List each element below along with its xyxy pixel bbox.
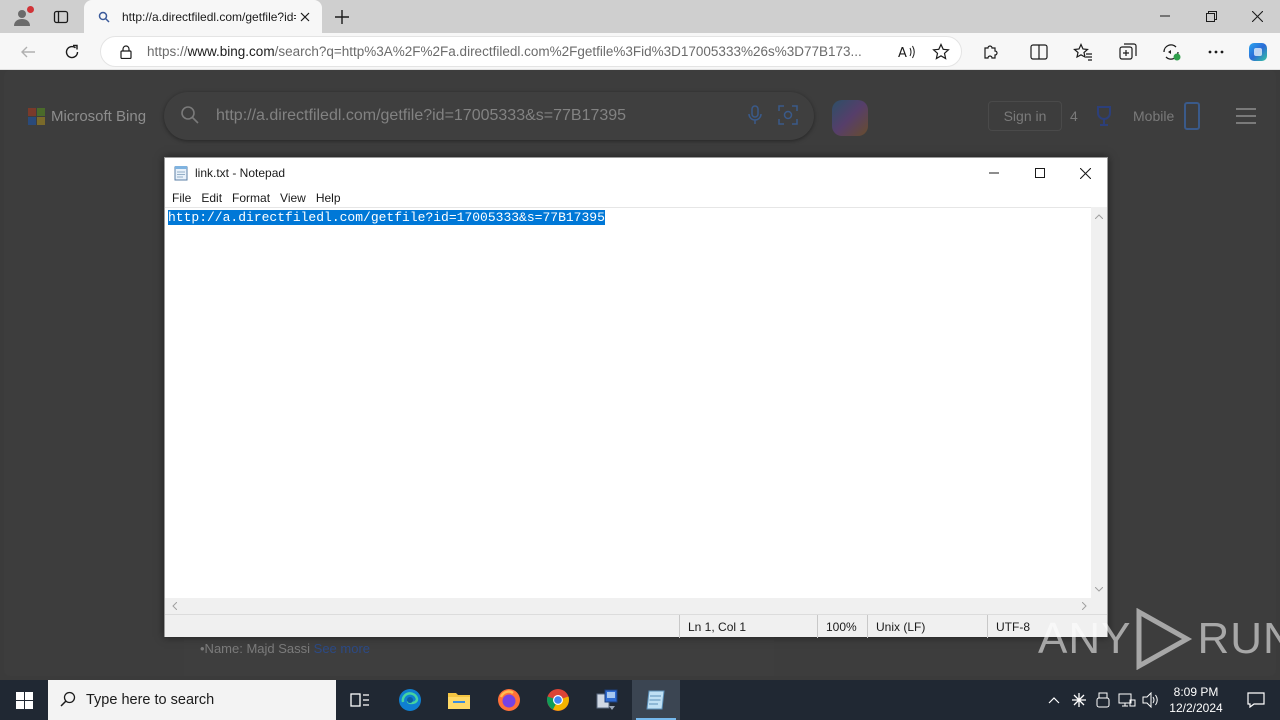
browser-tab-active[interactable]: http://a.directfiledl.com/getfile?id= <box>84 0 322 33</box>
split-screen-icon[interactable] <box>1025 38 1053 66</box>
anyrun-watermark: ANY RUN <box>1038 608 1280 670</box>
bing-logo[interactable]: Microsoft Bing <box>28 108 146 125</box>
clock-time: 8:09 PM <box>1173 685 1219 699</box>
notepad-maximize-icon[interactable] <box>1017 158 1063 188</box>
volume-icon[interactable] <box>1140 680 1162 720</box>
browser-toolbar: https://www.bing.com/search?q=http%3A%2F… <box>0 33 1280 70</box>
notepad-close-icon[interactable] <box>1062 158 1108 188</box>
menu-view[interactable]: View <box>275 191 311 205</box>
notepad-icon <box>173 165 189 181</box>
action-center-icon[interactable] <box>1232 680 1280 720</box>
vertical-scrollbar[interactable] <box>1091 207 1107 598</box>
notepad-menu-bar: File Edit Format View Help <box>165 188 1107 207</box>
restore-icon[interactable] <box>1188 0 1234 32</box>
visual-search-icon[interactable] <box>778 104 798 128</box>
scroll-up-icon[interactable] <box>1091 209 1107 223</box>
notepad-taskbar-icon[interactable] <box>632 680 680 720</box>
tab-actions-icon[interactable] <box>48 5 74 29</box>
chrome-icon[interactable] <box>534 680 582 720</box>
bing-query-text: http://a.directfiledl.com/getfile?id=170… <box>216 107 627 124</box>
see-more-link[interactable]: See more <box>314 641 370 656</box>
search-icon <box>60 691 76 710</box>
notepad-status-bar: Ln 1, Col 1 100% Unix (LF) UTF-8 <box>165 614 1107 638</box>
removable-device-icon[interactable] <box>1092 680 1114 720</box>
close-tab-icon[interactable] <box>296 8 314 26</box>
scroll-left-icon[interactable] <box>167 598 181 614</box>
rewards-count[interactable]: 4 <box>1070 108 1078 124</box>
menu-edit[interactable]: Edit <box>196 191 227 205</box>
notepad-minimize-icon[interactable] <box>971 158 1017 188</box>
rewards-trophy-icon[interactable] <box>1092 104 1116 128</box>
firefox-icon[interactable] <box>485 680 533 720</box>
menu-help[interactable]: Help <box>311 191 346 205</box>
notepad-text-area[interactable]: http://a.directfiledl.com/getfile?id=170… <box>165 207 1093 598</box>
task-view-icon[interactable] <box>336 680 384 720</box>
tab-title: http://a.directfiledl.com/getfile?id= <box>122 9 296 24</box>
bing-search-box[interactable]: http://a.directfiledl.com/getfile?id=170… <box>164 92 814 140</box>
url-text: https://www.bing.com/search?q=http%3A%2F… <box>147 44 862 59</box>
network-tool-icon[interactable] <box>583 680 631 720</box>
selected-text[interactable]: http://a.directfiledl.com/getfile?id=170… <box>168 210 605 225</box>
more-options-icon[interactable] <box>1202 38 1230 66</box>
windows-start-icon[interactable] <box>0 680 48 720</box>
watermark-any: ANY <box>1038 614 1132 663</box>
back-icon[interactable] <box>14 38 42 66</box>
network-icon[interactable] <box>1116 680 1138 720</box>
watermark-run: RUN <box>1197 614 1280 663</box>
minimize-icon[interactable] <box>1142 0 1188 32</box>
status-position: Ln 1, Col 1 <box>679 615 817 638</box>
status-line-ending: Unix (LF) <box>867 615 987 638</box>
refresh-icon[interactable] <box>58 38 86 66</box>
copilot-icon[interactable] <box>1244 38 1272 66</box>
notification-dot <box>27 6 34 13</box>
bing-copilot-icon[interactable] <box>832 100 868 136</box>
file-explorer-icon[interactable] <box>435 680 483 720</box>
close-window-icon[interactable] <box>1234 0 1280 32</box>
svg-text:A: A <box>898 46 907 60</box>
microsoft-logo-icon <box>28 108 45 125</box>
horizontal-scrollbar[interactable] <box>165 598 1093 614</box>
microphone-icon[interactable] <box>748 104 762 128</box>
search-result-snippet: •Name: Majd Sassi See more <box>200 641 371 656</box>
menu-file[interactable]: File <box>167 191 196 205</box>
hamburger-menu-icon[interactable] <box>1236 108 1256 124</box>
lock-icon[interactable] <box>117 43 135 61</box>
search-icon <box>96 9 112 25</box>
browser-essentials-icon[interactable] <box>1158 38 1186 66</box>
notepad-title: link.txt - Notepad <box>195 166 286 180</box>
sign-in-button[interactable]: Sign in <box>988 101 1062 131</box>
profile-icon[interactable] <box>8 5 36 29</box>
browser-tab-strip: http://a.directfiledl.com/getfile?id= <box>0 0 1280 33</box>
new-tab-icon[interactable] <box>330 5 354 29</box>
read-aloud-icon[interactable]: A <box>893 38 921 66</box>
scroll-down-icon[interactable] <box>1091 582 1107 596</box>
favorites-icon[interactable] <box>1069 38 1097 66</box>
taskbar-search-box[interactable]: Type here to search <box>48 680 336 720</box>
windows-taskbar: Type here to search 8:09 PM 12/2/2024 <box>0 680 1280 720</box>
address-bar[interactable]: https://www.bing.com/search?q=http%3A%2F… <box>100 36 962 67</box>
notepad-window: link.txt - Notepad File Edit Format View… <box>164 157 1108 638</box>
collections-icon[interactable] <box>1114 38 1142 66</box>
menu-format[interactable]: Format <box>227 191 275 205</box>
bluetooth-settings-icon[interactable] <box>1068 680 1090 720</box>
system-clock[interactable]: 8:09 PM 12/2/2024 <box>1164 684 1228 716</box>
taskbar-search-placeholder: Type here to search <box>86 692 215 708</box>
clock-date: 12/2/2024 <box>1169 701 1223 715</box>
edge-browser-icon[interactable] <box>386 680 434 720</box>
mobile-link[interactable]: Mobile <box>1133 108 1174 124</box>
status-zoom: 100% <box>817 615 867 638</box>
bing-logo-text: Microsoft Bing <box>51 108 147 125</box>
notepad-title-bar[interactable]: link.txt - Notepad <box>165 158 1107 188</box>
extensions-icon[interactable] <box>977 38 1005 66</box>
favorite-star-icon[interactable] <box>927 38 955 66</box>
mobile-phone-icon <box>1184 102 1200 130</box>
play-triangle-icon <box>1136 608 1193 670</box>
show-hidden-icons-icon[interactable] <box>1044 680 1064 720</box>
search-icon <box>180 105 200 128</box>
